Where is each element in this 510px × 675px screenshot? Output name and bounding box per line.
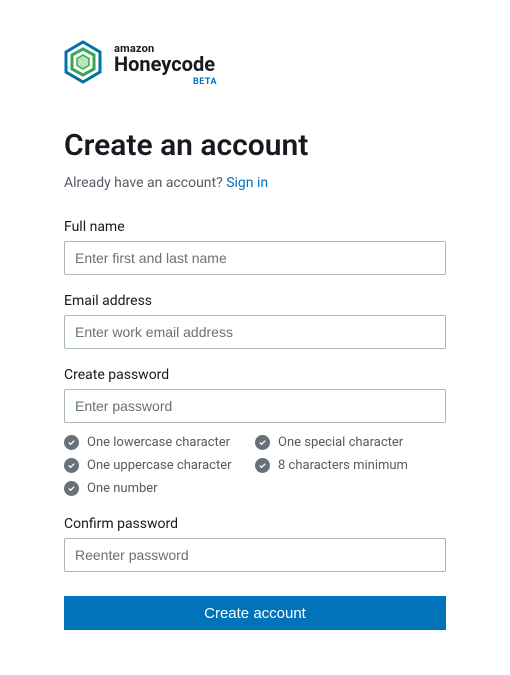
page-title: Create an account xyxy=(64,128,446,163)
email-input[interactable] xyxy=(64,315,446,349)
brand-text: amazon Honeycode BETA xyxy=(114,42,215,87)
check-icon xyxy=(255,458,270,473)
check-icon xyxy=(64,458,79,473)
brand-logo: amazon Honeycode BETA xyxy=(64,40,446,88)
create-account-button[interactable]: Create account xyxy=(64,596,446,630)
brand-product: Honeycode xyxy=(114,54,215,74)
sign-in-link[interactable]: Sign in xyxy=(226,175,268,191)
confirm-password-input[interactable] xyxy=(64,538,446,572)
full-name-input[interactable] xyxy=(64,241,446,275)
password-label: Create password xyxy=(64,367,446,383)
req-number: One number xyxy=(64,477,255,500)
have-account-prompt: Already have an account? Sign in xyxy=(64,175,446,191)
req-lowercase: One lowercase character xyxy=(64,431,255,454)
brand-beta-badge: BETA xyxy=(193,77,217,87)
check-icon xyxy=(64,435,79,450)
have-account-text: Already have an account? xyxy=(64,175,226,191)
password-requirements: One lowercase character One special char… xyxy=(64,431,446,500)
email-label: Email address xyxy=(64,293,446,309)
check-icon xyxy=(64,481,79,496)
confirm-password-label: Confirm password xyxy=(64,516,446,532)
honeycode-hex-icon xyxy=(64,40,102,88)
full-name-label: Full name xyxy=(64,219,446,235)
req-min-chars: 8 characters minimum xyxy=(255,454,446,477)
password-input[interactable] xyxy=(64,389,446,423)
check-icon xyxy=(255,435,270,450)
req-special: One special character xyxy=(255,431,446,454)
req-uppercase: One uppercase character xyxy=(64,454,255,477)
